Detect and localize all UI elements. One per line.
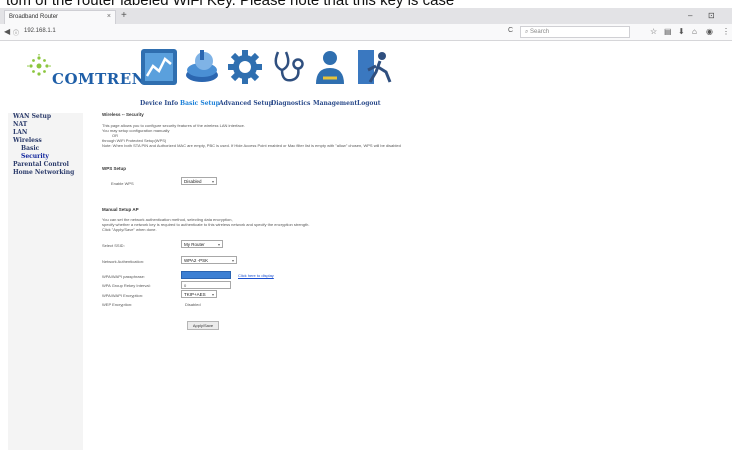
- home-icon[interactable]: ⌂: [692, 27, 697, 36]
- device-info-icon[interactable]: [140, 48, 178, 86]
- select-ssid-label: Select SSID:: [102, 243, 125, 248]
- sidebar-item-security[interactable]: Security: [13, 153, 83, 161]
- chevron-down-icon: ▾: [231, 258, 234, 263]
- menu-basic-setup[interactable]: Basic Setup: [180, 100, 220, 107]
- main-content: Wireless -- Security This page allows yo…: [102, 112, 622, 148]
- display-passphrase-link[interactable]: Click here to display: [238, 273, 274, 278]
- network-auth-select[interactable]: WPA2 -PSK ▾: [181, 256, 237, 264]
- sidebar-item-parental-control[interactable]: Parental Control: [13, 161, 83, 169]
- ssid-select[interactable]: My Router ▾: [181, 240, 223, 248]
- back-icon[interactable]: ◀: [4, 27, 10, 36]
- diagnostics-icon[interactable]: [268, 48, 306, 86]
- passphrase-label: WPA/WAPI passphrase:: [102, 274, 145, 279]
- intro-line: Note: When both STA PIN and Authorized M…: [102, 143, 401, 148]
- passphrase-input[interactable]: [181, 271, 231, 279]
- wep-encryption-value: Disabled: [185, 302, 201, 307]
- encryption-value: TKIP+AES: [184, 292, 206, 297]
- minimize-icon[interactable]: –: [688, 11, 692, 20]
- tab-title: Broadband Router: [9, 14, 59, 20]
- browser-tab[interactable]: Broadband Router ×: [4, 10, 116, 24]
- menu-diagnostics[interactable]: Diagnostics: [271, 100, 310, 107]
- ssid-value: My Router: [184, 242, 205, 247]
- reload-icon[interactable]: C: [508, 27, 513, 34]
- bookmark-star-icon[interactable]: ☆: [650, 27, 657, 36]
- chevron-down-icon: ▾: [211, 179, 214, 184]
- enable-wps-select[interactable]: Disabled ▾: [181, 177, 217, 185]
- sidebar-item-wan-setup[interactable]: WAN Setup: [13, 113, 83, 121]
- reading-list-icon[interactable]: ▤: [664, 27, 672, 36]
- sidebar-item-lan[interactable]: LAN: [13, 129, 83, 137]
- network-auth-label: Network Authentication:: [102, 259, 145, 264]
- logout-icon[interactable]: [356, 48, 394, 86]
- comtrend-logo-icon: [27, 54, 51, 76]
- sidebar-item-home-networking[interactable]: Home Networking: [13, 169, 83, 177]
- basic-setup-icon[interactable]: [183, 48, 221, 86]
- rekey-interval-input[interactable]: 0: [181, 281, 231, 289]
- rekey-interval-label: WPA Group Rekey Interval:: [102, 283, 151, 288]
- chevron-down-icon: ▾: [217, 242, 220, 247]
- menu-logout[interactable]: Logout: [357, 100, 381, 107]
- close-tab-icon[interactable]: ×: [107, 13, 111, 20]
- url-bar[interactable]: 192.168.1.1: [20, 26, 500, 38]
- chevron-down-icon: ▾: [211, 292, 214, 297]
- wps-setup-heading: WPS Setup: [102, 166, 127, 171]
- network-auth-value: WPA2 -PSK: [184, 258, 209, 263]
- enable-wps-value: Disabled: [184, 179, 202, 184]
- menu-management[interactable]: Management: [313, 100, 357, 107]
- maximize-icon[interactable]: ⊡: [708, 11, 715, 20]
- enable-wps-label: Enable WPS: [111, 181, 134, 186]
- wep-encryption-label: WEP Encryption:: [102, 302, 133, 307]
- browser-nav-bar: ◀ ⓘ 192.168.1.1 C ⌕ Search ☆ ▤ ⬇ ⌂ ◉ ⋮: [0, 24, 732, 41]
- download-icon[interactable]: ⬇: [678, 27, 685, 36]
- sidebar-item-basic[interactable]: Basic: [13, 145, 83, 153]
- menu-device-info[interactable]: Device Info: [140, 100, 178, 107]
- sidebar-item-wireless[interactable]: Wireless: [13, 137, 83, 145]
- encryption-select[interactable]: TKIP+AES ▾: [181, 290, 217, 298]
- apply-save-button[interactable]: Apply/Save: [187, 321, 219, 330]
- advanced-setup-icon[interactable]: [226, 48, 264, 86]
- shield-icon[interactable]: ◉: [706, 27, 713, 36]
- encryption-label: WPA/WAPI Encryption:: [102, 293, 144, 298]
- search-placeholder: Search: [530, 29, 550, 35]
- management-icon[interactable]: [311, 48, 349, 86]
- sidebar-item-nat[interactable]: NAT: [13, 121, 83, 129]
- manual-setup-heading: Manual Setup AP: [102, 207, 139, 212]
- page-title: Wireless -- Security: [102, 112, 144, 117]
- sidebar: WAN Setup NAT LAN Wireless Basic Securit…: [8, 113, 83, 450]
- manual-desc-line: Click "Apply/Save" when done.: [102, 227, 157, 232]
- menu-advanced-setup[interactable]: Advanced Setup: [219, 100, 273, 107]
- browser-tab-bar: Broadband Router × + – ⊡: [0, 8, 732, 24]
- menu-icon[interactable]: ⋮: [722, 27, 730, 36]
- info-icon[interactable]: ⓘ: [13, 28, 19, 37]
- search-input[interactable]: ⌕ Search: [520, 26, 630, 38]
- new-tab-icon[interactable]: +: [121, 10, 127, 22]
